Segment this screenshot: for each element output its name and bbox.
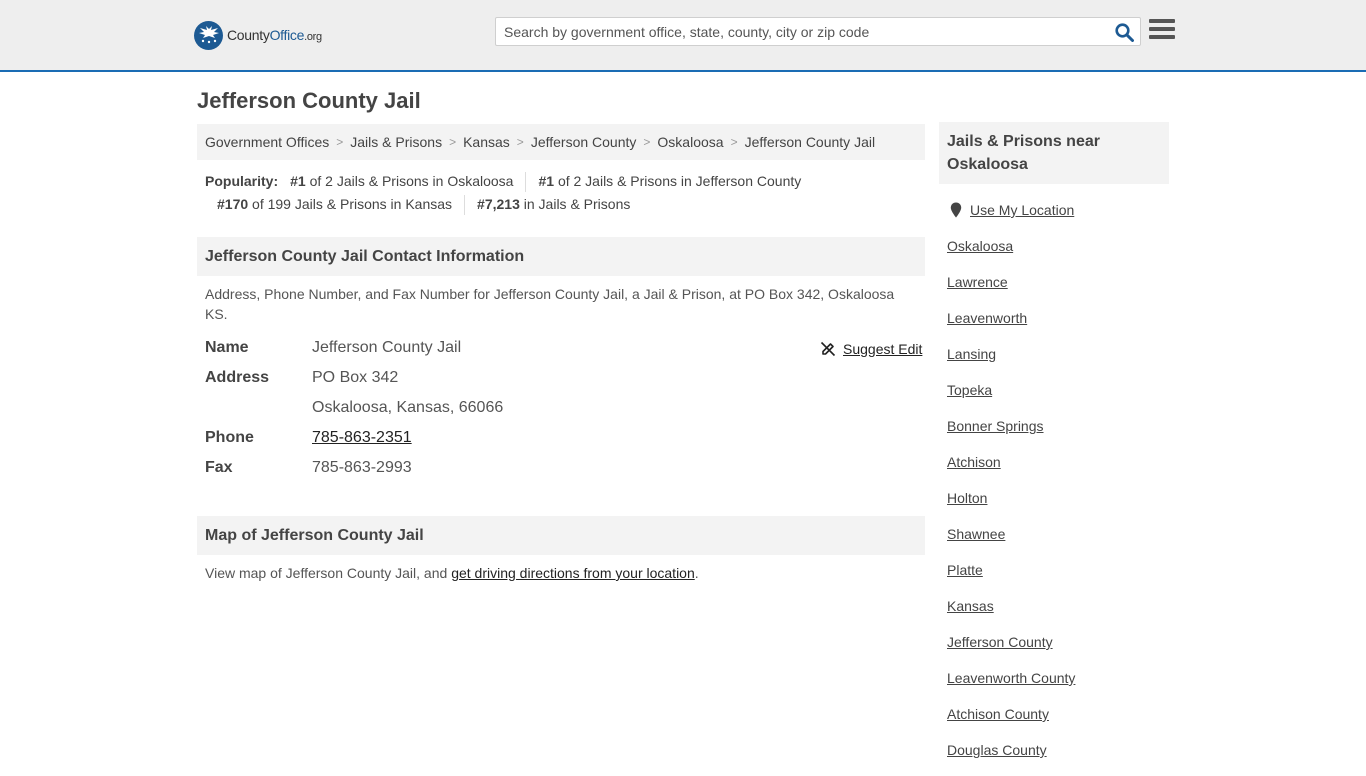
breadcrumb: Government Offices > Jails & Prisons > K… — [197, 124, 925, 160]
list-item: Shawnee — [947, 524, 1075, 560]
list-item: Holton — [947, 488, 1075, 524]
search-box — [495, 17, 1141, 46]
sidebar-heading: Jails & Prisons near Oskaloosa — [939, 122, 1169, 184]
nearby-link-holton[interactable]: Holton — [947, 490, 987, 506]
nearby-link-kansas[interactable]: Kansas — [947, 598, 994, 614]
logo-text-county: County — [227, 27, 270, 43]
nearby-link-jefferson-county[interactable]: Jefferson County — [947, 634, 1053, 650]
nearby-link-shawnee[interactable]: Shawnee — [947, 526, 1005, 542]
fax-label: Fax — [205, 459, 233, 476]
list-item: Oskaloosa — [947, 236, 1075, 272]
nearby-link-topeka[interactable]: Topeka — [947, 382, 992, 398]
address-line2: Oskaloosa, Kansas, 66066 — [312, 399, 504, 416]
chevron-right-icon: > — [516, 135, 524, 149]
list-item: Topeka — [947, 380, 1075, 416]
map-heading: Map of Jefferson County Jail — [197, 516, 925, 555]
nearby-link-platte[interactable]: Platte — [947, 562, 983, 578]
contact-heading: Jefferson County Jail Contact Informatio… — [197, 237, 925, 276]
site-logo[interactable]: CountyOffice.org — [194, 20, 322, 50]
list-item: Atchison County — [947, 704, 1075, 740]
nearby-link-lansing[interactable]: Lansing — [947, 346, 996, 362]
nearby-link-leavenworth[interactable]: Leavenworth — [947, 310, 1027, 326]
page-title: Jefferson County Jail — [197, 88, 421, 113]
nearby-list: Oskaloosa Lawrence Leavenworth Lansing T… — [947, 236, 1075, 776]
popularity-rank-city: #1 of 2 Jails & Prisons in Oskaloosa — [290, 173, 514, 189]
popularity-stats: Popularity: #1 of 2 Jails & Prisons in O… — [205, 170, 925, 216]
chevron-right-icon: > — [336, 135, 344, 149]
breadcrumb-jails-prisons[interactable]: Jails & Prisons — [350, 134, 442, 150]
fax-value: 785-863-2993 — [312, 459, 412, 476]
list-item: Douglas County — [947, 740, 1075, 776]
edit-icon — [820, 341, 836, 357]
popularity-label: Popularity: — [205, 173, 279, 189]
logo-text-office: Office — [269, 27, 305, 43]
contact-description: Address, Phone Number, and Fax Number fo… — [205, 286, 895, 322]
logo-text: CountyOffice.org — [227, 27, 322, 43]
map-description: View map of Jefferson County Jail, and g… — [205, 563, 905, 583]
nearby-link-bonner-springs[interactable]: Bonner Springs — [947, 418, 1044, 434]
list-item: Atchison — [947, 452, 1075, 488]
list-item: Lawrence — [947, 272, 1075, 308]
map-desc-prefix: View map of Jefferson County Jail, and — [205, 565, 452, 581]
list-item: Leavenworth — [947, 308, 1075, 344]
breadcrumb-government-offices[interactable]: Government Offices — [205, 134, 329, 150]
use-my-location-link[interactable]: Use My Location — [970, 202, 1074, 218]
driving-directions-link[interactable]: get driving directions from your locatio… — [451, 565, 695, 581]
search-icon — [1114, 22, 1134, 42]
nearby-link-oskaloosa[interactable]: Oskaloosa — [947, 238, 1013, 254]
name-label: Name — [205, 339, 249, 356]
address-label: Address — [205, 369, 270, 386]
list-item: Lansing — [947, 344, 1075, 380]
list-item: Jefferson County — [947, 632, 1075, 668]
nearby-link-atchison-county[interactable]: Atchison County — [947, 706, 1049, 722]
phone-link[interactable]: 785-863-2351 — [312, 429, 412, 446]
use-my-location[interactable]: Use My Location — [947, 200, 1074, 220]
breadcrumb-oskaloosa[interactable]: Oskaloosa — [657, 134, 723, 150]
nearby-link-atchison[interactable]: Atchison — [947, 454, 1001, 470]
hamburger-menu-icon[interactable] — [1149, 19, 1175, 43]
address-line1: PO Box 342 — [312, 369, 399, 386]
map-desc-suffix: . — [694, 565, 699, 581]
breadcrumb-jefferson-county[interactable]: Jefferson County — [531, 134, 637, 150]
name-value: Jefferson County Jail — [312, 339, 462, 356]
list-item: Leavenworth County — [947, 668, 1075, 704]
nearby-link-douglas-county[interactable]: Douglas County — [947, 742, 1047, 758]
suggest-edit-label: Suggest Edit — [843, 341, 923, 357]
location-pin-icon — [950, 202, 962, 218]
breadcrumb-current: Jefferson County Jail — [744, 134, 876, 150]
list-item: Platte — [947, 560, 1075, 596]
chevron-right-icon: > — [730, 135, 738, 149]
popularity-rank-national: #7,213 in Jails & Prisons — [477, 196, 631, 212]
breadcrumb-kansas[interactable]: Kansas — [463, 134, 510, 150]
nearby-link-leavenworth-county[interactable]: Leavenworth County — [947, 670, 1075, 686]
popularity-rank-state: #170 of 199 Jails & Prisons in Kansas — [217, 196, 453, 212]
popularity-rank-county: #1 of 2 Jails & Prisons in Jefferson Cou… — [538, 173, 802, 189]
chevron-right-icon: > — [643, 135, 651, 149]
list-item: Kansas — [947, 596, 1075, 632]
eagle-logo-icon — [194, 20, 223, 50]
search-button[interactable] — [1112, 21, 1136, 43]
chevron-right-icon: > — [449, 135, 457, 149]
nearby-link-lawrence[interactable]: Lawrence — [947, 274, 1008, 290]
suggest-edit-button[interactable]: Suggest Edit — [820, 340, 922, 358]
search-input[interactable] — [496, 18, 1106, 45]
list-item: Bonner Springs — [947, 416, 1075, 452]
top-header: CountyOffice.org — [0, 0, 1366, 72]
phone-label: Phone — [205, 429, 254, 446]
logo-text-org: .org — [304, 31, 322, 43]
